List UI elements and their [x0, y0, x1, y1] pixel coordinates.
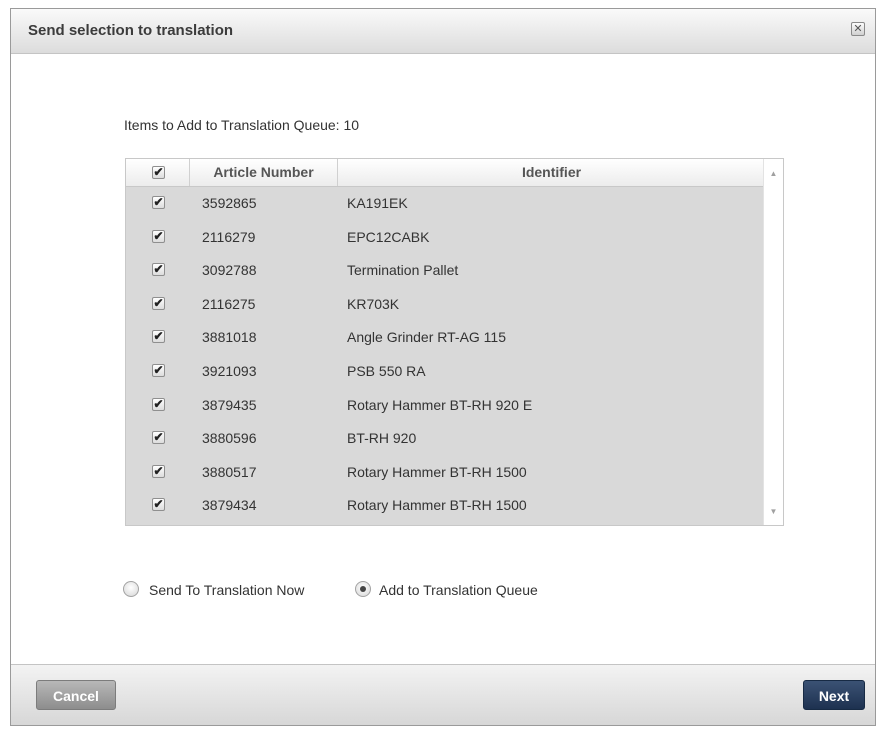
column-header-article-number[interactable]: Article Number — [190, 159, 338, 186]
row-checkbox[interactable]: ✔ — [152, 397, 165, 411]
table-row[interactable]: ✔ 3880517 Rotary Hammer BT-RH 1500 — [126, 456, 765, 490]
row-checkbox[interactable]: ✔ — [152, 431, 165, 445]
add-queue-label[interactable]: Add to Translation Queue — [379, 582, 538, 598]
row-checkbox[interactable]: ✔ — [152, 464, 165, 478]
grid-scrollbar[interactable]: ▲ ▼ — [763, 159, 783, 525]
dialog-title: Send selection to translation — [28, 22, 234, 39]
cancel-button[interactable]: Cancel — [36, 680, 116, 710]
send-to-translation-dialog: Send selection to translation ✕ Items to… — [10, 8, 876, 726]
send-now-label[interactable]: Send To Translation Now — [149, 582, 304, 598]
dialog-titlebar: Send selection to translation ✕ — [11, 9, 875, 54]
identifier-cell: KA191EK — [347, 195, 408, 211]
article-number-cell: 3879435 — [202, 396, 257, 413]
table-row[interactable]: ✔ 3921093 PSB 550 RA — [126, 355, 765, 389]
items-count-label: Items to Add to Translation Queue: 10 — [124, 117, 360, 133]
identifier-cell: Rotary Hammer BT-RH 1500 — [347, 463, 527, 480]
identifier-cell: BT-RH 920 — [347, 430, 417, 447]
header-check-cell: ✔ — [126, 159, 190, 186]
scroll-up-icon[interactable]: ▲ — [768, 168, 779, 179]
table-row[interactable]: ✔ 3592865 KA191EK — [126, 187, 765, 221]
identifier-cell: EPC12CABK — [347, 228, 430, 245]
table-row[interactable]: ✔ 2116279 EPC12CABK — [126, 221, 765, 255]
close-icon[interactable]: ✕ — [851, 22, 865, 36]
table-row[interactable]: ✔ 3092788 Termination Pallet — [126, 254, 765, 288]
table-row[interactable]: ✔ 3880596 BT-RH 920 — [126, 422, 765, 456]
row-checkbox[interactable]: ✔ — [152, 296, 165, 310]
grid-header: ✔ Article Number Identifier — [126, 159, 765, 187]
grid-rows: ✔ 3592865 KA191EK ✔ 2116279 EPC12CABK ✔ 3092788… — [126, 187, 765, 523]
send-now-radio[interactable] — [123, 581, 139, 597]
article-number-cell: 2116275 — [202, 295, 256, 312]
article-number-cell: 3879434 — [202, 497, 257, 514]
row-checkbox[interactable]: ✔ — [152, 263, 165, 277]
row-checkbox[interactable]: ✔ — [152, 498, 165, 512]
row-checkbox[interactable]: ✔ — [152, 363, 165, 377]
select-all-checkbox[interactable]: ✔ — [152, 166, 165, 179]
add-queue-radio[interactable] — [355, 581, 371, 597]
table-row[interactable]: ✔ 2116275 KR703K — [126, 288, 765, 322]
identifier-cell: Termination Pallet — [347, 262, 459, 279]
column-header-identifier[interactable]: Identifier — [338, 159, 765, 186]
row-checkbox[interactable]: ✔ — [152, 196, 165, 209]
article-number-cell: 3880517 — [202, 463, 257, 480]
identifier-cell: PSB 550 RA — [347, 362, 426, 379]
identifier-cell: KR703K — [347, 295, 400, 312]
scroll-down-icon[interactable]: ▼ — [768, 506, 779, 517]
row-checkbox[interactable]: ✔ — [152, 330, 165, 344]
table-row[interactable]: ✔ 3879435 Rotary Hammer BT-RH 920 E — [126, 389, 765, 423]
dialog-footer: Cancel Next — [11, 664, 875, 725]
identifier-cell: Rotary Hammer BT-RH 1500 — [347, 497, 527, 514]
identifier-cell: Rotary Hammer BT-RH 920 E — [347, 396, 533, 413]
article-number-cell: 3921093 — [202, 362, 257, 379]
next-button[interactable]: Next — [803, 680, 865, 710]
items-grid: ✔ Article Number Identifier ✔ 3592865 KA19… — [125, 158, 784, 526]
article-number-cell: 3880596 — [202, 430, 257, 447]
row-checkbox[interactable]: ✔ — [152, 229, 165, 243]
article-number-cell: 3092788 — [202, 262, 257, 279]
article-number-cell: 3881018 — [202, 329, 257, 346]
article-number-cell: 2116279 — [202, 228, 256, 245]
identifier-cell: Angle Grinder RT-AG 115 — [347, 329, 507, 346]
table-row[interactable]: ✔ 3879434 Rotary Hammer BT-RH 1500 — [126, 489, 765, 523]
table-row[interactable]: ✔ 3881018 Angle Grinder RT-AG 115 — [126, 321, 765, 355]
article-number-cell: 3592865 — [202, 195, 257, 211]
radio-selected-dot — [360, 586, 366, 592]
